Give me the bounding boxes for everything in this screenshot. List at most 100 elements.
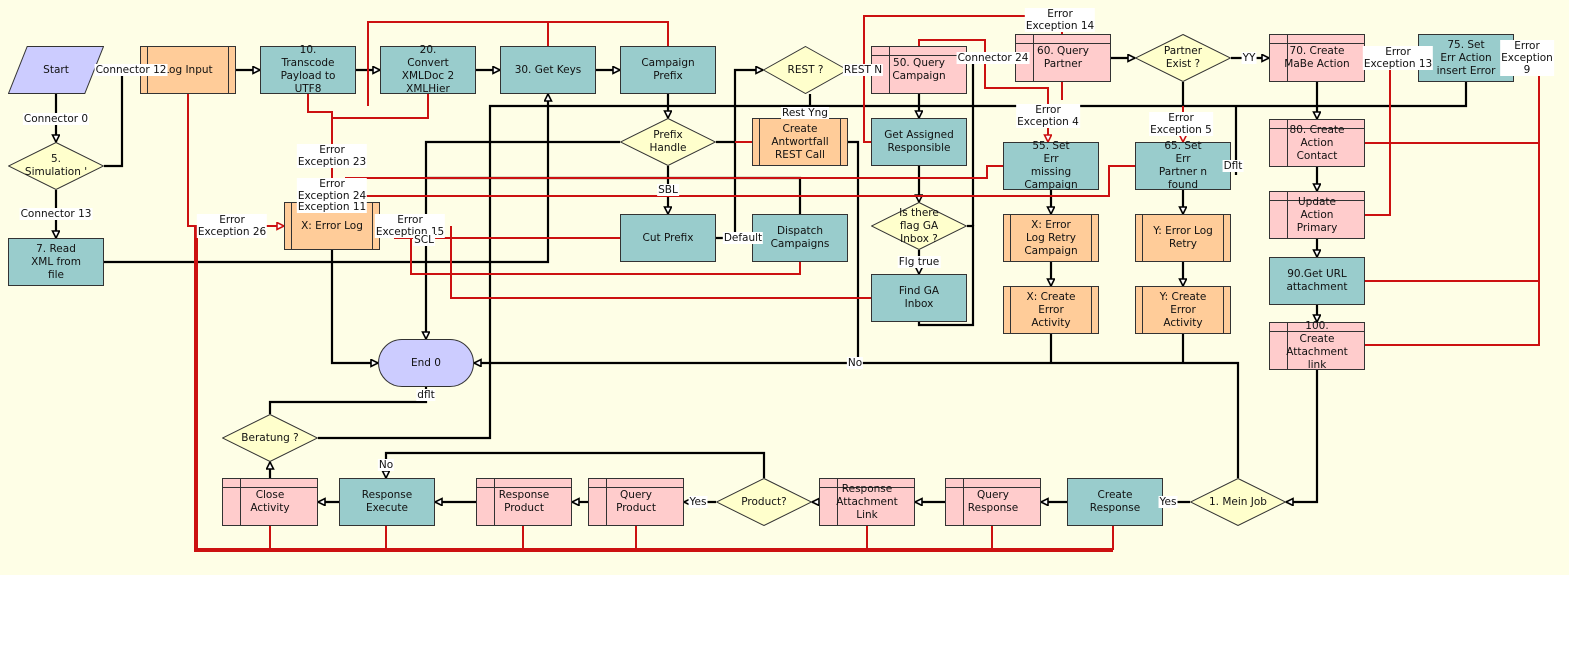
error-connector-line[interactable] bbox=[1365, 58, 1391, 216]
connector-line[interactable] bbox=[386, 451, 766, 478]
connector-label: REST N bbox=[842, 64, 884, 76]
step-10-transcode-payload-to-utf8[interactable]: 10. Transcode Payload to UTF8 bbox=[260, 44, 356, 95]
connector-label: YY bbox=[1241, 52, 1257, 64]
step-label: Update Action Primary bbox=[1296, 195, 1338, 234]
connector-line[interactable] bbox=[104, 70, 140, 168]
step-x-create-error-activity[interactable]: X: Create Error Activity bbox=[1003, 286, 1099, 334]
step-20-convert-xmldoc-2-xmlhier[interactable]: 20. Convert XMLDoc 2 XMLHier bbox=[380, 44, 476, 95]
step-create-antwortfall-rest-call[interactable]: Create Antwortfall REST Call bbox=[752, 118, 848, 166]
step-end-0[interactable]: End 0 bbox=[378, 339, 474, 387]
error-connector-line[interactable] bbox=[345, 165, 1003, 179]
step-50-query-campaign[interactable]: 50. Query Campaign bbox=[871, 46, 967, 94]
connector-line[interactable] bbox=[1286, 370, 1319, 502]
connector-label: Yes bbox=[688, 496, 708, 508]
step-label: 5. Simulation ' bbox=[24, 153, 88, 178]
connector-label: Error Exception 14 bbox=[1024, 8, 1096, 32]
decision-is-there-flag-ga-inbox[interactable]: Is there flag GA Inbox ? bbox=[871, 202, 967, 250]
step-label: End 0 bbox=[411, 356, 441, 369]
step-response-attachment-link[interactable]: Response Attachment Link bbox=[819, 478, 915, 526]
connector-label: Error Exception 26 bbox=[196, 214, 268, 238]
connector-label: Error Exception 4 bbox=[1016, 104, 1080, 128]
connector-label: Exception 11 bbox=[296, 201, 368, 213]
step-label: Response Attachment Link bbox=[836, 482, 898, 521]
step-query-response[interactable]: Query Response bbox=[945, 478, 1041, 526]
step-label: X: Create Error Activity bbox=[1026, 290, 1076, 329]
connector-label: SBL bbox=[657, 184, 679, 196]
connector-label: Error Exception 24 bbox=[296, 178, 368, 202]
step-label: Close Activity bbox=[250, 489, 290, 514]
step-response-execute[interactable]: Response Execute bbox=[339, 478, 435, 526]
step-y-create-error-activity[interactable]: Y: Create Error Activity bbox=[1135, 286, 1231, 334]
step-find-ga-inbox[interactable]: Find GA Inbox bbox=[871, 274, 967, 322]
step-campaign-prefix[interactable]: Campaign Prefix bbox=[620, 46, 716, 94]
connector-label: Connector 13 bbox=[19, 208, 93, 220]
step-cut-prefix[interactable]: Cut Prefix bbox=[620, 214, 716, 262]
step-55-set-err-missing-campaign[interactable]: 55. Set Err missing Campaign bbox=[1003, 140, 1099, 191]
step-label: X: Error Log Retry Campaign bbox=[1024, 218, 1078, 257]
step-x-error-log-retry-campaign[interactable]: X: Error Log Retry Campaign bbox=[1003, 214, 1099, 262]
connector-label: Rest Yng bbox=[781, 107, 829, 119]
step-label: REST ? bbox=[787, 63, 824, 76]
connector-label: Dflt bbox=[1222, 160, 1244, 172]
connector-label: Error Exception 23 bbox=[296, 144, 368, 168]
connector-label: Connector 12 bbox=[94, 64, 168, 76]
step-label: Is there flag GA Inbox ? bbox=[899, 206, 939, 245]
step-start[interactable]: Start bbox=[8, 46, 104, 94]
step-80-create-action-contact[interactable]: 80. Create Action Contact bbox=[1269, 119, 1365, 167]
decision-prefix-handle[interactable]: Prefix Handle bbox=[620, 118, 716, 166]
connector-line[interactable] bbox=[330, 250, 378, 363]
step-30-get-keys[interactable]: 30. Get Keys bbox=[500, 46, 596, 94]
decision-beratung[interactable]: Beratung ? bbox=[222, 414, 318, 462]
step-label: 20. Convert XMLDoc 2 XMLHier bbox=[401, 44, 455, 95]
step-label: 100. Create Attachment link bbox=[1286, 320, 1348, 371]
error-connector-line[interactable] bbox=[1365, 57, 1540, 346]
step-100-create-attachment-link[interactable]: 100. Create Attachment link bbox=[1269, 320, 1365, 371]
step-label: 80. Create Action Contact bbox=[1289, 123, 1345, 162]
step-close-activity[interactable]: Close Activity bbox=[222, 478, 318, 526]
step-90-get-url-attachment[interactable]: 90.Get URL attachment bbox=[1269, 257, 1365, 305]
connector-label: Error Exception 9 bbox=[1500, 40, 1554, 76]
step-label: Create Antwortfall REST Call bbox=[771, 122, 829, 161]
step-70-create-mabe-action[interactable]: 70. Create MaBe Action bbox=[1269, 34, 1365, 82]
connector-line[interactable] bbox=[858, 361, 1240, 478]
step-label: Log Input bbox=[163, 63, 213, 76]
step-65-set-err-partner-n-found[interactable]: 65. Set Err Partner n found bbox=[1135, 140, 1231, 191]
step-label: Partner Exist ? bbox=[1163, 45, 1203, 70]
step-y-error-log-retry[interactable]: Y: Error Log Retry bbox=[1135, 214, 1231, 262]
step-label: Start bbox=[43, 63, 69, 76]
step-label: Prefix Handle bbox=[649, 129, 687, 154]
step-label: X: Error Log bbox=[301, 219, 363, 232]
connector-line[interactable] bbox=[426, 140, 620, 339]
decision-partner-exist[interactable]: Partner Exist ? bbox=[1135, 34, 1231, 82]
step-get-assigned-responsible[interactable]: Get Assigned Responsible bbox=[871, 118, 967, 166]
connector-label: Connector 24 bbox=[956, 52, 1030, 64]
step-label: 10. Transcode Payload to UTF8 bbox=[280, 44, 336, 95]
step-label: 7. Read XML from file bbox=[31, 242, 81, 281]
error-connector-line[interactable] bbox=[187, 94, 284, 226]
step-response-product[interactable]: Response Product bbox=[476, 478, 572, 526]
connector-line[interactable] bbox=[268, 387, 428, 414]
connector-label: Default bbox=[722, 232, 764, 244]
step-label: 75. Set Err Action insert Error bbox=[1436, 38, 1496, 77]
step-query-product[interactable]: Query Product bbox=[588, 478, 684, 526]
step-label: 60. Query Partner bbox=[1037, 45, 1089, 70]
step-label: Create Response bbox=[1089, 489, 1141, 514]
step-label: Find GA Inbox bbox=[898, 285, 940, 310]
decision-1-mein-job[interactable]: 1. Mein Job bbox=[1190, 478, 1286, 526]
step-dispatch-campaigns[interactable]: Dispatch Campaigns bbox=[752, 214, 848, 262]
step-update-action-primary[interactable]: Update Action Primary bbox=[1269, 191, 1365, 239]
workflow-canvas: Start 5. Simulation ' 7. Read XML from fil… bbox=[0, 0, 1569, 648]
decision-product[interactable]: Product? bbox=[716, 478, 812, 526]
step-label: Product? bbox=[741, 495, 787, 508]
decision-rest[interactable]: REST ? bbox=[763, 46, 848, 94]
step-create-response[interactable]: Create Response bbox=[1067, 478, 1163, 526]
error-connector-line[interactable] bbox=[332, 94, 429, 119]
step-label: Y: Error Log Retry bbox=[1153, 225, 1213, 250]
step-label: Campaign Prefix bbox=[641, 57, 695, 82]
step-label: Dispatch Campaigns bbox=[770, 225, 830, 250]
step-7-read-xml-from-file[interactable]: 7. Read XML from file bbox=[8, 238, 104, 286]
step-label: 90.Get URL attachment bbox=[1286, 268, 1348, 293]
decision-5-simulation[interactable]: 5. Simulation ' bbox=[8, 142, 104, 190]
step-label: Cut Prefix bbox=[642, 231, 694, 244]
step-label: Query Product bbox=[616, 489, 656, 514]
